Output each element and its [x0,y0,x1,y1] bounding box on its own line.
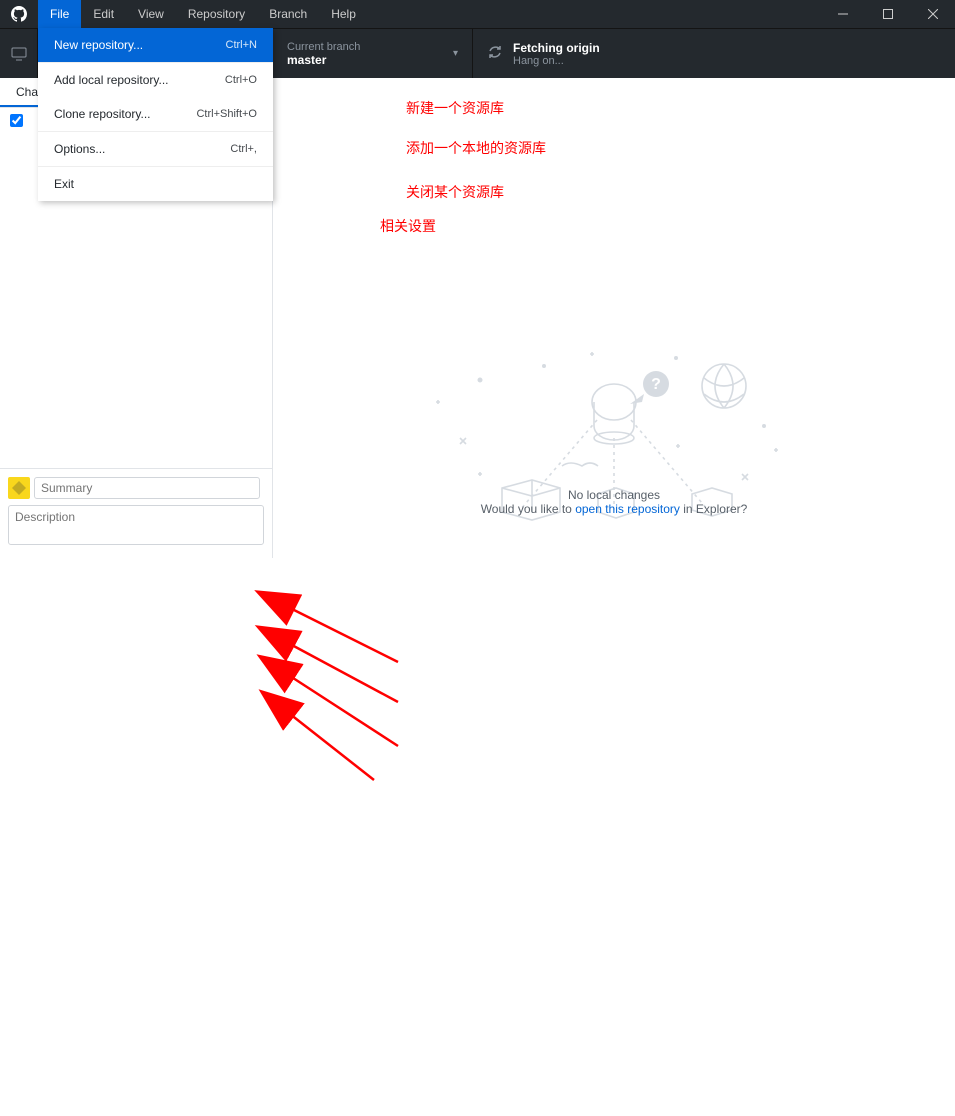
annotation-2: 添加一个本地的资源库 [406,138,546,158]
checkbox-input[interactable] [10,114,23,127]
menubar: File Edit View Repository Branch Help [38,0,368,28]
empty-state: No local changes Would you like to open … [273,488,955,516]
empty-line1: No local changes [273,488,955,502]
minimize-button[interactable] [820,0,865,28]
menu-branch[interactable]: Branch [257,0,319,28]
desktop-icon [11,46,27,62]
svg-text:?: ? [651,376,661,393]
dd-label: Options... [54,142,105,156]
annotation-3: 关闭某个资源库 [406,182,504,202]
dd-options[interactable]: Options... Ctrl+, [38,132,273,166]
dd-exit[interactable]: Exit [38,167,273,201]
current-branch-slot[interactable]: Current branch master ▾ [273,29,473,78]
empty-line2: Would you like to open this repository i… [273,502,955,516]
chevron-down-icon: ▾ [453,48,458,59]
fetch-slot[interactable]: Fetching origin Hang on... [473,29,955,78]
file-dropdown: New repository... Ctrl+N Add local repos… [38,28,273,201]
close-button[interactable] [910,0,955,28]
maximize-icon [883,9,893,19]
summary-input[interactable] [34,477,260,499]
maximize-button[interactable] [865,0,910,28]
dd-label: Clone repository... [54,107,151,121]
dd-label: New repository... [54,38,143,52]
description-input[interactable] [8,505,264,545]
branch-label: Current branch [287,41,360,53]
repo-icon-slot[interactable] [0,29,38,78]
dd-shortcut: Ctrl+O [225,74,257,86]
sync-icon [487,44,503,63]
fetch-label: Fetching origin [513,41,600,55]
menu-view[interactable]: View [126,0,176,28]
annotation-1: 新建一个资源库 [406,98,504,118]
fetch-value: Hang on... [513,55,600,67]
dd-shortcut: Ctrl+Shift+O [196,108,257,120]
commit-box [0,468,272,558]
annotation-4: 相关设置 [380,216,436,236]
menu-repository[interactable]: Repository [176,0,257,28]
branch-value: master [287,53,360,67]
window-controls [820,0,955,28]
dd-label: Exit [54,177,74,191]
dd-shortcut: Ctrl+, [230,143,257,155]
minimize-icon [838,9,848,19]
github-logo [0,6,38,22]
dd-shortcut: Ctrl+N [226,39,257,51]
menu-edit[interactable]: Edit [81,0,126,28]
dd-clone-repository[interactable]: Clone repository... Ctrl+Shift+O [38,97,273,131]
main-pane: ? [273,78,955,558]
dd-new-repository[interactable]: New repository... Ctrl+N [38,28,273,62]
menu-file[interactable]: File [38,0,81,28]
open-repo-link[interactable]: open this repository [575,502,680,516]
github-icon [11,6,27,22]
dd-add-local-repository[interactable]: Add local repository... Ctrl+O [38,63,273,97]
dd-label: Add local repository... [54,73,169,87]
avatar [8,477,30,499]
annotation-arrows [0,558,955,1116]
menu-help[interactable]: Help [319,0,368,28]
close-icon [928,9,938,19]
titlebar: File Edit View Repository Branch Help [0,0,955,28]
